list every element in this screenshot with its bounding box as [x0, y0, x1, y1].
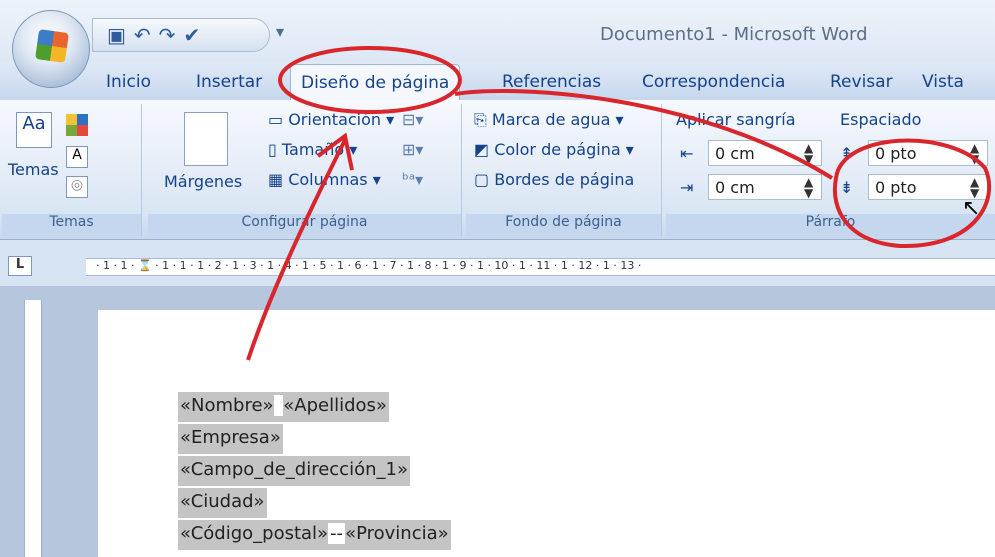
field-codigo-postal[interactable]: «Código_postal»: [180, 523, 328, 544]
field-empresa[interactable]: «Empresa»: [180, 427, 281, 448]
merge-field-line-4[interactable]: «Ciudad»: [178, 488, 267, 518]
group-label-fondo-pagina: Fondo de página: [466, 214, 661, 236]
indent-right-icon: ⇥: [680, 178, 694, 197]
merge-field-line-5[interactable]: «Código_postal» -- «Provincia»: [178, 520, 451, 550]
ribbon-tabs: Inicio Insertar Diseño de página Referen…: [0, 62, 995, 100]
save-icon[interactable]: ▣: [107, 23, 126, 47]
merge-field-line-3[interactable]: «Campo_de_dirección_1»: [178, 456, 410, 486]
field-separator: --: [328, 523, 346, 544]
office-button[interactable]: [12, 10, 90, 88]
tab-inicio[interactable]: Inicio: [106, 72, 151, 92]
group-label-temas: Temas: [2, 214, 141, 236]
line-numbers-icon[interactable]: ⊞▾: [402, 140, 423, 159]
group-parrafo: Aplicar sangría ⇤ 0 cm ▲ ▼ ⇥ 0 cm ▲ ▼ Espa…: [666, 104, 995, 236]
sangria-header: Aplicar sangría: [676, 110, 796, 129]
tab-correspondencia[interactable]: Correspondencia: [642, 72, 785, 92]
margins-icon[interactable]: [184, 112, 228, 166]
tamano-button[interactable]: ▯ Tamaño ▾: [268, 140, 357, 159]
hyphenation-icon[interactable]: ᵇᵃ▾: [402, 170, 423, 189]
ribbon: Aa Temas A ◎ Temas Márgenes ▭ Orientació…: [0, 100, 995, 240]
marca-agua-button[interactable]: ⎘ Marca de agua ▾: [474, 110, 624, 130]
group-label-configurar-pagina: Configurar página: [148, 214, 461, 236]
breaks-icon[interactable]: ⊟▾: [402, 110, 423, 129]
vertical-ruler[interactable]: [24, 300, 42, 557]
effects-icon[interactable]: ◎: [66, 176, 88, 198]
colors-icon[interactable]: [66, 114, 88, 136]
group-configurar-pagina: Márgenes ▭ Orientación ▾ ▯ Tamaño ▾ ▦ Co…: [148, 104, 462, 236]
field-direccion[interactable]: «Campo_de_dirección_1»: [180, 459, 408, 480]
redo-icon[interactable]: ↷: [159, 23, 176, 47]
themes-icon[interactable]: Aa: [16, 112, 52, 148]
qat-customize-icon[interactable]: ▾: [276, 22, 284, 41]
title-bar: ▣ ↶ ↷ ✔ ▾ Documento1 - Microsoft Word: [0, 0, 995, 88]
bordes-pagina-button[interactable]: ▢ Bordes de página: [474, 170, 634, 189]
group-fondo-pagina: ⎘ Marca de agua ▾ ◩ Color de página ▾ ▢ …: [466, 104, 662, 236]
espaciado-header: Espaciado: [840, 110, 922, 129]
tab-insertar[interactable]: Insertar: [196, 72, 262, 92]
tab-referencias[interactable]: Referencias: [502, 72, 601, 92]
temas-button-label[interactable]: Temas: [8, 160, 59, 179]
tab-selector[interactable]: L: [8, 256, 32, 276]
indent-left-icon: ⇤: [680, 144, 694, 163]
spacing-after-icon: ⇟: [840, 178, 854, 197]
ruler-row: L · 1 · 1 · ⌛ · 1 · 1 · 1 · 2 · 1 · 3 · …: [0, 240, 995, 286]
espaciado-antes-spinner[interactable]: ▲ ▼: [970, 142, 979, 165]
group-temas: Aa Temas A ◎ Temas: [2, 104, 142, 236]
field-nombre[interactable]: «Nombre»: [180, 395, 274, 416]
tab-vista[interactable]: Vista: [922, 72, 964, 92]
office-logo-icon: [35, 29, 69, 63]
fonts-icon[interactable]: A: [66, 146, 88, 168]
sangria-derecha-spinner[interactable]: ▲ ▼: [804, 176, 813, 199]
group-label-parrafo: Párrafo: [666, 214, 995, 236]
tab-revisar[interactable]: Revisar: [830, 72, 893, 92]
color-pagina-button[interactable]: ◩ Color de página ▾: [474, 140, 634, 159]
field-provincia[interactable]: «Provincia»: [345, 523, 449, 544]
spellcheck-icon[interactable]: ✔: [183, 23, 200, 47]
sangria-izquierda-spinner[interactable]: ▲ ▼: [804, 142, 813, 165]
undo-icon[interactable]: ↶: [134, 23, 151, 47]
spacing-before-icon: ⇞: [840, 144, 854, 163]
margenes-button[interactable]: Márgenes: [164, 172, 242, 191]
orientacion-button[interactable]: ▭ Orientación ▾: [268, 110, 394, 129]
left-gutter: [0, 286, 98, 557]
tab-diseno-pagina[interactable]: Diseño de página: [290, 64, 461, 100]
horizontal-ruler[interactable]: · 1 · 1 · ⌛ · 1 · 1 · 1 · 2 · 1 · 3 · 1 …: [86, 258, 995, 276]
merge-field-line-1[interactable]: «Nombre» «Apellidos»: [178, 392, 389, 422]
window-title: Documento1 - Microsoft Word: [600, 24, 868, 45]
columnas-button[interactable]: ▦ Columnas ▾: [268, 170, 381, 189]
page-top-gutter: [98, 286, 995, 310]
field-apellidos[interactable]: «Apellidos»: [283, 395, 387, 416]
quick-access-toolbar: ▣ ↶ ↷ ✔: [92, 18, 270, 52]
merge-field-line-2[interactable]: «Empresa»: [178, 424, 283, 454]
field-ciudad[interactable]: «Ciudad»: [180, 491, 265, 512]
